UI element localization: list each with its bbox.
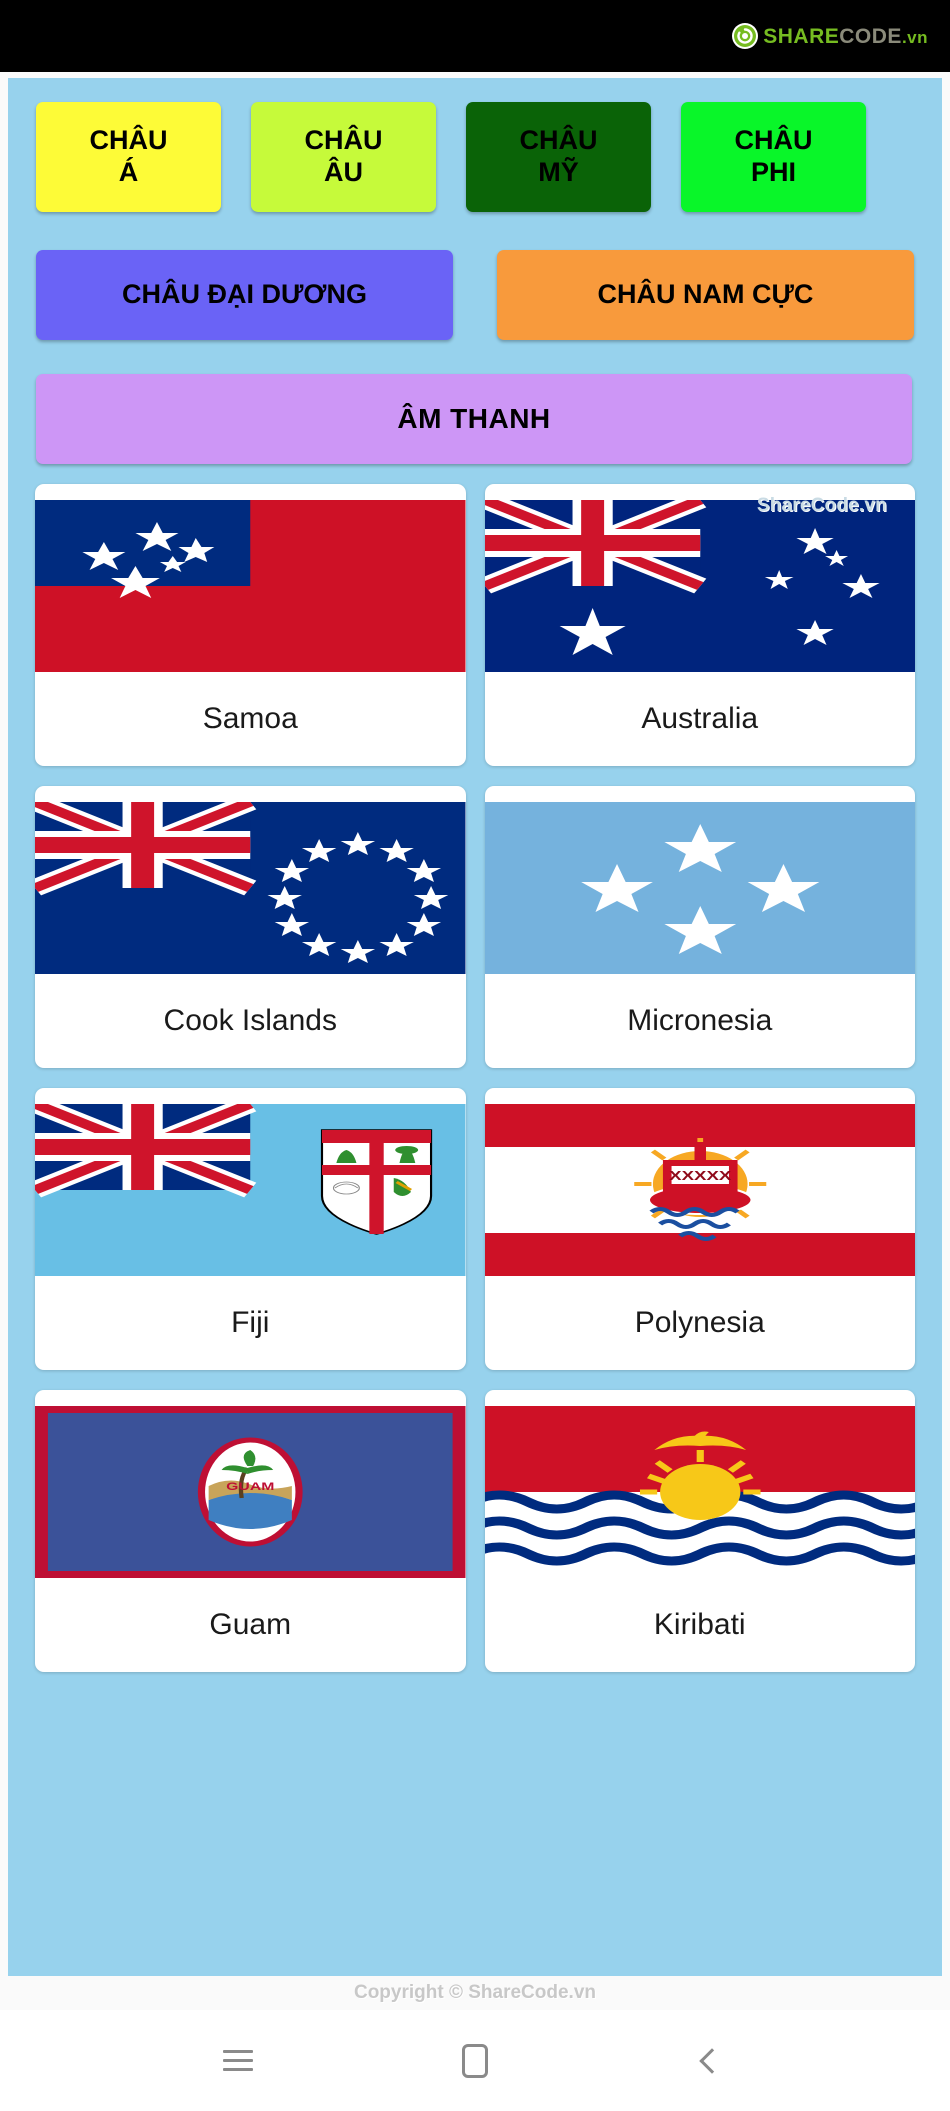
flag-name-guam: Guam xyxy=(209,1608,292,1641)
recents-button[interactable] xyxy=(203,2026,273,2096)
system-navigation-bar xyxy=(0,2010,950,2111)
continent-button-antarctica[interactable]: CHÂU NAM CỰC xyxy=(497,250,914,340)
flag-card-samoa[interactable]: Samoa xyxy=(35,484,466,766)
flag-fiji xyxy=(35,1104,466,1276)
flag-card-polynesia[interactable]: XXXXX Polynesia xyxy=(484,1088,915,1370)
back-icon xyxy=(698,2047,725,2074)
continent-button-europe[interactable]: CHÂU ÂU xyxy=(251,102,436,212)
home-icon xyxy=(461,2043,488,2078)
flag-name-australia: Australia xyxy=(641,702,759,735)
continent-button-america[interactable]: CHÂU MỸ xyxy=(466,102,651,212)
continent-row-2: CHÂU ĐẠI DƯƠNG CHÂU NAM CỰC xyxy=(8,250,942,340)
logo-vn-text: .vn xyxy=(901,27,928,47)
continent-button-oceania[interactable]: CHÂU ĐẠI DƯƠNG xyxy=(36,250,453,340)
flag-polynesia: XXXXX xyxy=(484,1104,915,1276)
svg-text:XXXXX: XXXXX xyxy=(669,1169,731,1184)
flag-card-cook-islands[interactable]: Cook Islands xyxy=(35,786,466,1068)
flag-fiji-wrap xyxy=(35,1104,466,1276)
continent-button-asia[interactable]: CHÂU Á xyxy=(36,102,221,212)
flag-guam: GUAM xyxy=(35,1406,466,1578)
menu-icon xyxy=(223,2050,254,2071)
logo-code-text: CODE xyxy=(839,24,902,48)
flag-cook-islands xyxy=(35,802,466,974)
sound-button[interactable]: ÂM THANH xyxy=(36,374,912,464)
flag-australia-wrap xyxy=(484,500,915,672)
flag-name-cook-islands: Cook Islands xyxy=(163,1004,337,1037)
flag-samoa-wrap xyxy=(35,500,466,672)
flag-name-fiji: Fiji xyxy=(231,1306,270,1339)
svg-text:GUAM: GUAM xyxy=(226,1480,274,1492)
back-button[interactable] xyxy=(677,2026,747,2096)
flag-card-fiji[interactable]: Fiji xyxy=(35,1088,466,1370)
logo-share-text: SHARE xyxy=(763,24,840,48)
flag-samoa xyxy=(35,500,466,672)
app-screen: SHARECODE.vn CHÂU Á CHÂU ÂU CHÂU MỸ CHÂU… xyxy=(0,0,950,2111)
flag-australia xyxy=(484,500,915,672)
flag-card-kiribati[interactable]: Kiribati xyxy=(484,1390,915,1672)
flag-polynesia-wrap: XXXXX xyxy=(484,1104,915,1276)
flag-card-micronesia[interactable]: Micronesia xyxy=(484,786,915,1068)
flag-grid: Samoa Australia Cook Islands Micronesia … xyxy=(8,464,942,1672)
sharecode-logo: SHARECODE.vn xyxy=(732,23,950,49)
flag-cook-islands-wrap xyxy=(35,802,466,974)
flag-kiribati-wrap xyxy=(484,1406,915,1578)
continent-row-3: ÂM THANH xyxy=(8,374,942,464)
flag-name-kiribati: Kiribati xyxy=(653,1608,746,1641)
flag-name-micronesia: Micronesia xyxy=(627,1004,773,1037)
home-button[interactable] xyxy=(440,2026,510,2096)
continent-row-1: CHÂU Á CHÂU ÂU CHÂU MỸ CHÂU PHI xyxy=(8,102,942,212)
sharecode-logo-icon xyxy=(732,23,759,49)
flag-name-polynesia: Polynesia xyxy=(634,1306,765,1339)
copyright-text: Copyright © ShareCode.vn xyxy=(353,1982,597,2003)
flag-name-samoa: Samoa xyxy=(202,702,298,735)
app-content: CHÂU Á CHÂU ÂU CHÂU MỸ CHÂU PHI CHÂU ĐẠI… xyxy=(8,78,942,1976)
flag-kiribati xyxy=(484,1406,915,1578)
status-bar: SHARECODE.vn xyxy=(0,0,950,72)
flag-card-australia[interactable]: Australia xyxy=(484,484,915,766)
flag-guam-wrap: GUAM xyxy=(35,1406,466,1578)
flag-micronesia xyxy=(484,802,915,974)
flag-card-guam[interactable]: GUAM Guam xyxy=(35,1390,466,1672)
continent-button-africa[interactable]: CHÂU PHI xyxy=(681,102,866,212)
flag-micronesia-wrap xyxy=(484,802,915,974)
